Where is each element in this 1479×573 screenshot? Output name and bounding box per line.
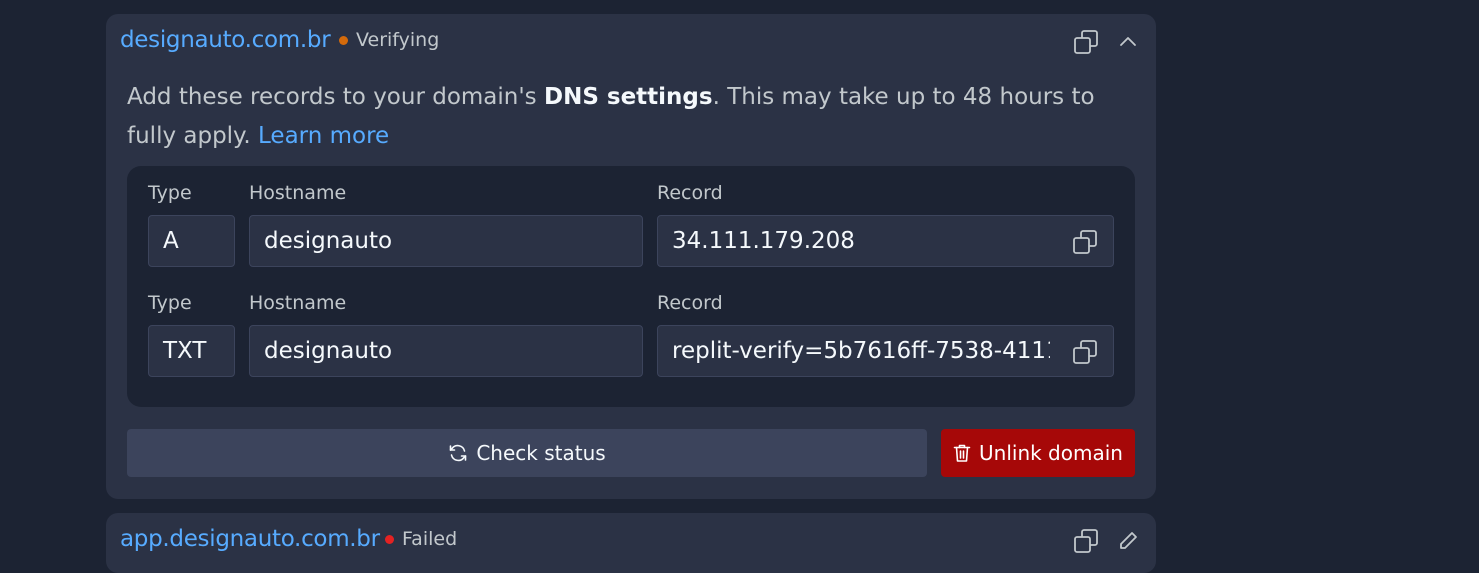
hostname-field[interactable]: designauto	[249, 215, 643, 267]
hostname-value: designauto	[264, 338, 393, 364]
record-label: Record	[657, 292, 723, 314]
status-badge: Failed	[385, 528, 457, 550]
check-status-label: Check status	[476, 441, 606, 465]
record-type-field[interactable]: TXT	[148, 325, 235, 377]
record-type-value: A	[163, 228, 179, 254]
record-value: 34.111.179.208	[672, 228, 855, 254]
record-value-field[interactable]: replit-verify=5b7616ff-7538-4111	[657, 325, 1114, 377]
status-label: Failed	[402, 528, 458, 550]
copy-icon[interactable]	[1072, 527, 1100, 555]
unlink-domain-button[interactable]: Unlink domain	[941, 429, 1135, 477]
copy-icon[interactable]	[1071, 338, 1099, 366]
domain-link[interactable]: app.designauto.com.br	[120, 526, 380, 552]
status-label: Verifying	[356, 29, 440, 51]
domain-card: app.designauto.com.br Failed	[106, 513, 1156, 573]
trash-icon	[953, 443, 971, 463]
learn-more-link[interactable]: Learn more	[258, 123, 389, 149]
record-type-value: TXT	[163, 338, 207, 364]
refresh-icon	[448, 443, 468, 463]
record-type-field[interactable]: A	[148, 215, 235, 267]
copy-icon[interactable]	[1071, 228, 1099, 256]
unlink-domain-label: Unlink domain	[979, 441, 1123, 465]
record-value: replit-verify=5b7616ff-7538-4111	[672, 338, 1050, 364]
type-label: Type	[148, 182, 192, 204]
status-badge: Verifying	[339, 29, 439, 51]
domain-card: designauto.com.br Verifying Add these re…	[106, 14, 1156, 499]
status-dot	[385, 534, 394, 544]
hostname-label: Hostname	[249, 292, 347, 314]
domain-link[interactable]: designauto.com.br	[120, 27, 331, 53]
hostname-field[interactable]: designauto	[249, 325, 643, 377]
dns-instructions: Add these records to your domain's DNS s…	[127, 78, 1127, 156]
dns-settings-text: DNS settings	[543, 84, 713, 110]
check-status-button[interactable]: Check status	[127, 429, 927, 477]
hostname-value: designauto	[264, 228, 393, 254]
record-label: Record	[657, 182, 723, 204]
pencil-icon[interactable]	[1114, 527, 1142, 555]
type-label: Type	[148, 292, 192, 314]
record-value-field[interactable]: 34.111.179.208	[657, 215, 1114, 267]
dns-records-panel: Type Hostname Record A designauto 34.111…	[127, 166, 1135, 407]
instructions-text: Add these records to your domain's	[127, 84, 544, 110]
copy-icon[interactable]	[1072, 28, 1100, 56]
chevron-up-icon[interactable]	[1114, 28, 1142, 56]
status-dot	[339, 35, 348, 45]
hostname-label: Hostname	[249, 182, 347, 204]
